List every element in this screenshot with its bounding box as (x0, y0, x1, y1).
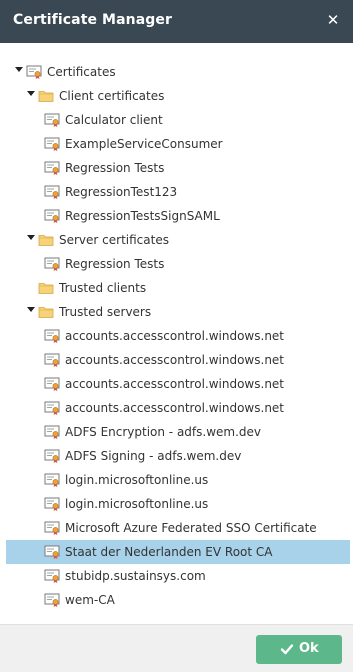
tree-item-certificate[interactable]: Microsoft Azure Federated SSO Certificat… (6, 516, 350, 540)
certificate-icon (44, 112, 60, 128)
certificate-icon (44, 568, 60, 584)
certificate-icon (44, 136, 60, 152)
folder-icon (38, 232, 54, 248)
certificate-icon (44, 544, 60, 560)
tree-item-label: ADFS Signing - adfs.wem.dev (65, 449, 242, 463)
tree-item-certificate[interactable]: login.microsoftonline.us (6, 468, 350, 492)
tree-item-folder[interactable]: Trusted servers (6, 300, 350, 324)
tree-item-label: RegressionTestsSignSAML (65, 209, 220, 223)
certificate-icon (44, 472, 60, 488)
tree-item-certificate[interactable]: Regression Tests (6, 252, 350, 276)
certificate-icon (44, 184, 60, 200)
certificate-icon (44, 520, 60, 536)
certificate-icon (44, 592, 60, 608)
tree-item-certificate[interactable]: Staat der Nederlanden EV Root CA (6, 540, 350, 564)
tree-item-label: Client certificates (59, 89, 165, 103)
tree-item-certificate[interactable]: Calculator client (6, 108, 350, 132)
tree-item-label: Staat der Nederlanden EV Root CA (65, 545, 273, 559)
title-bar: Certificate Manager ✕ (0, 0, 353, 43)
dialog-footer: Ok (0, 624, 353, 672)
expand-toggle-icon[interactable] (27, 307, 35, 312)
tree-item-certificate[interactable]: login.microsoftonline.us (6, 492, 350, 516)
tree-item-certificate[interactable]: RegressionTest123 (6, 180, 350, 204)
tree-item-certificate[interactable]: accounts.accesscontrol.windows.net (6, 396, 350, 420)
tree-item-label: stubidp.sustainsys.com (65, 569, 206, 583)
certificate-icon (44, 208, 60, 224)
tree-item-certificate[interactable]: accounts.accesscontrol.windows.net (6, 372, 350, 396)
certificate-icon (44, 352, 60, 368)
tree-item-label: Server certificates (59, 233, 169, 247)
certificate-icon (44, 448, 60, 464)
tree-item-label: Regression Tests (65, 161, 165, 175)
tree-item-certificate[interactable]: accounts.accesscontrol.windows.net (6, 348, 350, 372)
close-icon[interactable]: ✕ (322, 9, 344, 31)
certificate-icon (44, 328, 60, 344)
tree-item-folder[interactable]: Trusted clients (6, 276, 350, 300)
ok-button[interactable]: Ok (256, 635, 342, 664)
folder-icon (38, 304, 54, 320)
certificate-icon (44, 256, 60, 272)
tree-item-folder[interactable]: Client certificates (6, 84, 350, 108)
tree-item-certificate[interactable]: Regression Tests (6, 156, 350, 180)
tree-item-label: Regression Tests (65, 257, 165, 271)
expand-toggle-icon[interactable] (27, 91, 35, 96)
certificate-icon (44, 496, 60, 512)
certificate-icon (44, 400, 60, 416)
tree-item-folder[interactable]: Server certificates (6, 228, 350, 252)
tree-item-label: accounts.accesscontrol.windows.net (65, 329, 285, 343)
tree-item-label: login.microsoftonline.us (65, 473, 209, 487)
tree-item-folder[interactable]: Certificates (6, 60, 350, 84)
tree-item-label: accounts.accesscontrol.windows.net (65, 377, 285, 391)
tree-item-label: wem-CA (65, 593, 115, 607)
tree-item-certificate[interactable]: wem-CA (6, 588, 350, 612)
tree-item-certificate[interactable]: RegressionTestsSignSAML (6, 204, 350, 228)
certificate-icon (44, 160, 60, 176)
certificate-icon (44, 376, 60, 392)
folder-icon (38, 280, 54, 296)
certificate-folder-icon (26, 64, 42, 80)
tree-item-label: Certificates (47, 65, 116, 79)
tree-item-label: login.microsoftonline.us (65, 497, 209, 511)
tree-item-certificate[interactable]: ADFS Signing - adfs.wem.dev (6, 444, 350, 468)
check-icon (280, 644, 294, 655)
tree-item-label: Trusted servers (59, 305, 152, 319)
tree-item-label: accounts.accesscontrol.windows.net (65, 401, 285, 415)
ok-label: Ok (299, 641, 319, 656)
tree-item-label: accounts.accesscontrol.windows.net (65, 353, 285, 367)
tree-item-certificate[interactable]: stubidp.sustainsys.com (6, 564, 350, 588)
tree-item-label: Microsoft Azure Federated SSO Certificat… (65, 521, 317, 535)
tree-item-label: RegressionTest123 (65, 185, 178, 199)
tree-item-certificate[interactable]: ExampleServiceConsumer (6, 132, 350, 156)
expand-toggle-icon[interactable] (27, 235, 35, 240)
folder-icon (38, 88, 54, 104)
tree-item-label: ExampleServiceConsumer (65, 137, 223, 151)
expand-toggle-icon[interactable] (15, 67, 23, 72)
tree-item-label: Trusted clients (59, 281, 147, 295)
tree-item-label: ADFS Encryption - adfs.wem.dev (65, 425, 262, 439)
certificate-icon (44, 424, 60, 440)
tree-item-label: Calculator client (65, 113, 163, 127)
tree-item-certificate[interactable]: accounts.accesscontrol.windows.net (6, 324, 350, 348)
tree-item-certificate[interactable]: ADFS Encryption - adfs.wem.dev (6, 420, 350, 444)
dialog-title: Certificate Manager (13, 12, 172, 28)
